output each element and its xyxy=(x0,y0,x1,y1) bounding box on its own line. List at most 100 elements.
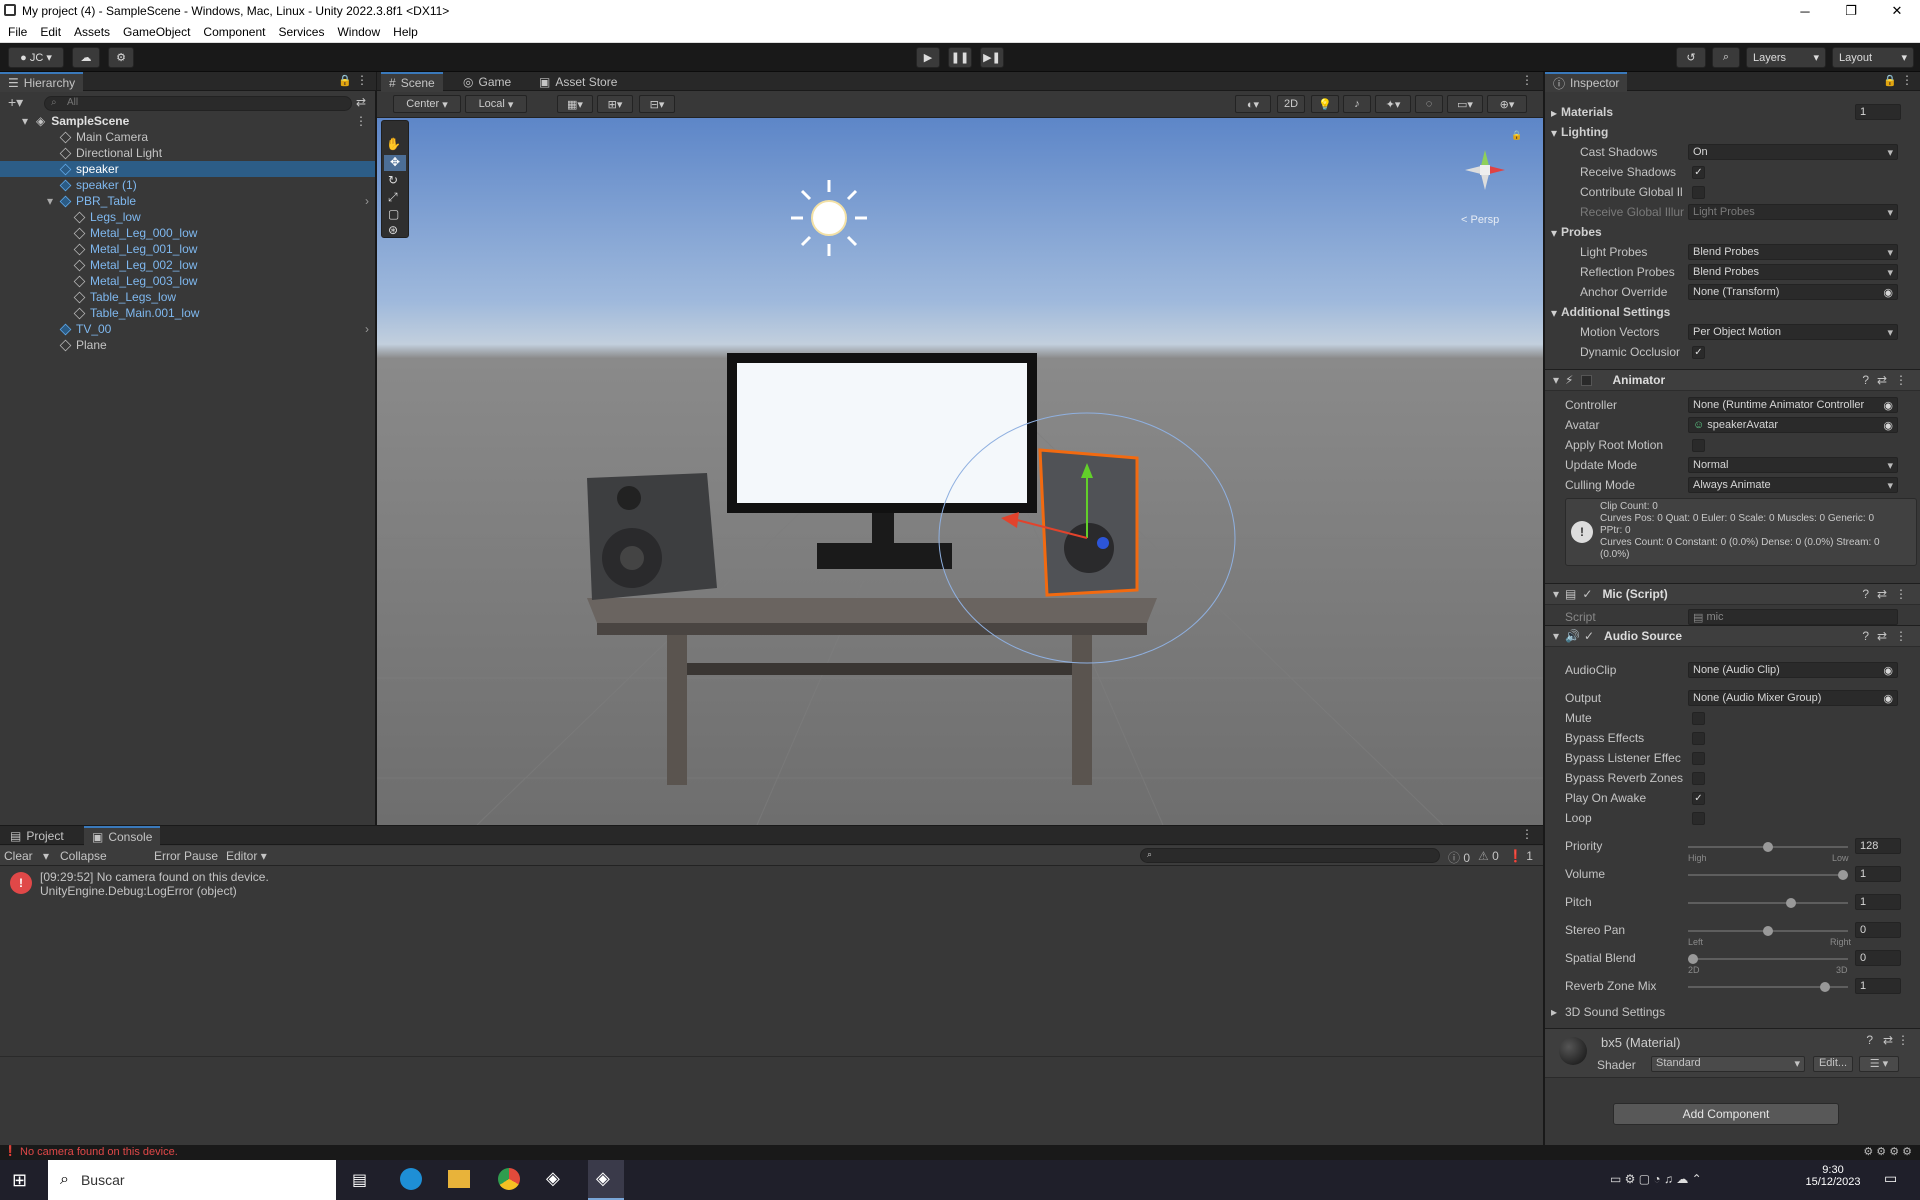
layers-dropdown[interactable]: Layers ▾ xyxy=(1746,47,1826,68)
chrome-icon[interactable] xyxy=(498,1168,520,1190)
kebab-icon[interactable]: ⋮ xyxy=(356,73,368,87)
help-icon[interactable]: ? xyxy=(1862,373,1869,387)
menu-gameobject[interactable]: GameObject xyxy=(123,25,190,39)
close-icon[interactable]: ✕ xyxy=(1874,0,1920,22)
stereo-pan-slider[interactable] xyxy=(1688,926,1848,936)
collapse-arrow-icon[interactable]: ▾ xyxy=(47,194,53,208)
unity-editor-taskbar-item[interactable]: ◈ xyxy=(588,1160,624,1200)
transform-tool-icon[interactable]: ⊛ xyxy=(388,223,398,237)
notifications-icon[interactable]: ▭ xyxy=(1884,1170,1897,1187)
kebab-icon[interactable]: ⋮ xyxy=(1895,629,1907,643)
priority-field[interactable]: 128 xyxy=(1855,838,1901,854)
bypass-effects-checkbox[interactable] xyxy=(1692,732,1705,745)
menu-edit[interactable]: Edit xyxy=(40,25,61,39)
add-icon[interactable]: +▾ xyxy=(8,94,23,111)
menu-services[interactable]: Services xyxy=(278,25,324,39)
stereo-pan-field[interactable]: 0 xyxy=(1855,922,1901,938)
account-dropdown[interactable]: ● JC ▾ xyxy=(8,47,64,68)
collapse-arrow-icon[interactable]: ▾ xyxy=(1553,587,1559,601)
menu-assets[interactable]: Assets xyxy=(74,25,110,39)
receive-shadows-checkbox[interactable]: ✓ xyxy=(1692,166,1705,179)
edge-icon[interactable] xyxy=(400,1168,422,1190)
update-mode-dropdown[interactable]: Normal xyxy=(1688,457,1898,473)
object-picker-icon[interactable]: ◉ xyxy=(1883,664,1893,677)
hierarchy-item[interactable]: TV_00 › xyxy=(0,321,375,337)
kebab-icon[interactable]: ⋮ xyxy=(1521,827,1533,841)
vertex-snap-icon[interactable]: ⊟▾ xyxy=(639,95,675,113)
hierarchy-search-input[interactable]: ⌕ All xyxy=(44,96,352,111)
status-message[interactable]: No camera found on this device. xyxy=(20,1146,178,1158)
lighting-toggle-icon[interactable]: 💡 xyxy=(1311,95,1339,113)
menu-file[interactable]: File xyxy=(8,25,27,39)
object-picker-icon[interactable]: ◉ xyxy=(1883,399,1893,412)
3d-sound-settings[interactable]: 3D Sound Settings xyxy=(1565,1005,1665,1019)
play-on-awake-checkbox[interactable]: ✓ xyxy=(1692,792,1705,805)
task-view-icon[interactable]: ▤ xyxy=(352,1170,367,1190)
info-count[interactable]: ⓘ 0 xyxy=(1448,849,1470,866)
cast-shadows-dropdown[interactable]: On xyxy=(1688,144,1898,160)
snap-increment-icon[interactable]: ⊞▾ xyxy=(597,95,633,113)
shader-dropdown[interactable]: Standard ▾ xyxy=(1651,1056,1805,1072)
kebab-icon[interactable]: ⋮ xyxy=(1895,373,1907,387)
motion-vectors-dropdown[interactable]: Per Object Motion xyxy=(1688,324,1898,340)
maximize-icon[interactable]: ❐ xyxy=(1828,0,1874,22)
culling-mode-dropdown[interactable]: Always Animate xyxy=(1688,477,1898,493)
preset-icon[interactable]: ⇄ xyxy=(1877,373,1887,387)
pivot-dropdown[interactable]: Center ▾ xyxy=(393,95,461,113)
collapse-button[interactable]: Collapse xyxy=(60,849,107,863)
materials-label[interactable]: Materials xyxy=(1561,105,1613,119)
clear-button[interactable]: Clear xyxy=(4,849,33,863)
hierarchy-item[interactable]: Metal_Leg_001_low xyxy=(0,241,375,257)
hierarchy-item[interactable]: Legs_low xyxy=(0,209,375,225)
output-field[interactable]: None (Audio Mixer Group) ◉ xyxy=(1688,690,1898,706)
spatial-blend-field[interactable]: 0 xyxy=(1855,950,1901,966)
collab-icon[interactable]: ⚙ xyxy=(108,47,134,68)
collapse-arrow-icon[interactable]: ▸ xyxy=(1551,1005,1557,1019)
slider-knob[interactable] xyxy=(1838,870,1848,880)
add-component-button[interactable]: Add Component xyxy=(1613,1103,1839,1125)
reflection-probes-dropdown[interactable]: Blend Probes xyxy=(1688,264,1898,280)
hierarchy-item[interactable]: Table_Main.001_low xyxy=(0,305,375,321)
hierarchy-item[interactable]: Plane xyxy=(0,337,375,353)
reverb-zone-mix-slider[interactable] xyxy=(1688,982,1848,992)
controller-field[interactable]: None (Runtime Animator Controller ◉ xyxy=(1688,397,1898,413)
2d-toggle-button[interactable]: 2D xyxy=(1277,95,1305,113)
hierarchy-item[interactable]: Metal_Leg_002_low xyxy=(0,257,375,273)
collapse-arrow-icon[interactable]: ▾ xyxy=(1551,226,1557,240)
camera-icon[interactable]: ▭▾ xyxy=(1447,95,1483,113)
explorer-icon[interactable] xyxy=(448,1170,470,1188)
gizmos-icon[interactable]: ⊕▾ xyxy=(1487,95,1527,113)
hierarchy-item[interactable]: Table_Legs_low xyxy=(0,289,375,305)
hierarchy-item[interactable]: speaker (1) xyxy=(0,177,375,193)
chevron-right-icon[interactable]: › xyxy=(365,194,369,208)
warning-count[interactable]: ⚠ 0 xyxy=(1478,849,1499,863)
layout-dropdown[interactable]: Layout ▾ xyxy=(1832,47,1914,68)
unity-hub-icon[interactable]: ◈ xyxy=(546,1168,560,1189)
menu-component[interactable]: Component xyxy=(203,25,265,39)
tab-hierarchy[interactable]: ☰ Hierarchy xyxy=(0,72,84,92)
apply-root-motion-checkbox[interactable] xyxy=(1692,439,1705,452)
bypass-reverb-checkbox[interactable] xyxy=(1692,772,1705,785)
rect-tool-icon[interactable]: ▢ xyxy=(388,207,399,221)
tab-scene[interactable]: # Scene xyxy=(381,72,443,92)
object-picker-icon[interactable]: ◉ xyxy=(1883,419,1893,432)
move-tool-icon[interactable]: ✥ xyxy=(384,155,406,171)
priority-slider[interactable] xyxy=(1688,842,1848,852)
help-icon[interactable]: ? xyxy=(1866,1033,1873,1047)
perspective-label[interactable]: < Persp xyxy=(1461,214,1499,226)
audio-source-header[interactable]: ▾ 🔊 ✓ Audio Source ? ⇄ ⋮ xyxy=(1545,625,1920,647)
collapse-arrow-icon[interactable]: ▾ xyxy=(1551,126,1557,140)
console-log-entry[interactable]: ! [09:29:52] No camera found on this dev… xyxy=(0,868,1543,900)
menu-window[interactable]: Window xyxy=(337,25,380,39)
rotate-tool-icon[interactable]: ↻ xyxy=(388,173,398,187)
error-pause-button[interactable]: Error Pause xyxy=(154,849,218,863)
effects-icon[interactable]: ✦▾ xyxy=(1375,95,1411,113)
pause-button[interactable]: ❚❚ xyxy=(948,47,972,68)
kebab-icon[interactable]: ⋮ xyxy=(1895,587,1907,601)
lock-icon[interactable]: 🔒 xyxy=(1883,74,1897,87)
scene-viewport[interactable]: ✋ ✥ ↻ ⤢ ▢ ⊛ < Persp 🔒 xyxy=(377,118,1543,825)
step-button[interactable]: ▶❚ xyxy=(980,47,1004,68)
hierarchy-item[interactable]: ▾ PBR_Table › xyxy=(0,193,375,209)
reverb-zone-mix-field[interactable]: 1 xyxy=(1855,978,1901,994)
error-count[interactable]: ❗ 1 xyxy=(1508,849,1533,863)
